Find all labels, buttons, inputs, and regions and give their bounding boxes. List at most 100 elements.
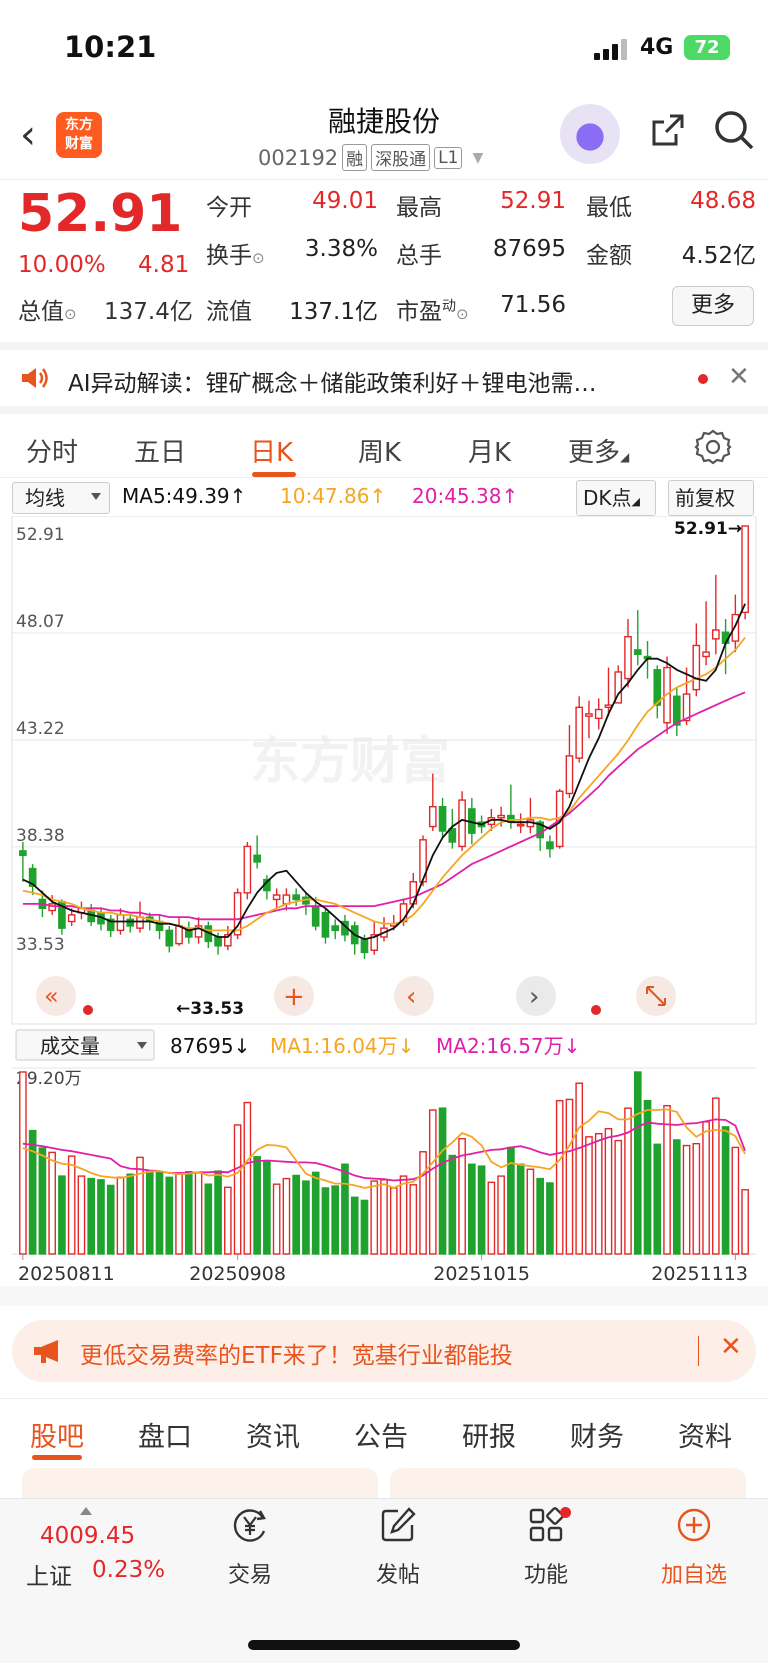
candle[interactable] bbox=[438, 797, 447, 838]
volume-bar[interactable] bbox=[331, 1185, 340, 1255]
more-button[interactable]: 更多 bbox=[672, 286, 754, 326]
volume-bar[interactable] bbox=[272, 1183, 281, 1255]
volume-bar[interactable] bbox=[721, 1126, 730, 1255]
volume-bar[interactable] bbox=[28, 1129, 37, 1255]
candle[interactable] bbox=[165, 925, 174, 953]
volume-bar[interactable] bbox=[282, 1177, 291, 1255]
dk-point-button[interactable]: DK点◢ bbox=[576, 480, 656, 516]
tab-five-day[interactable]: 五日 bbox=[134, 432, 186, 469]
candle[interactable] bbox=[321, 908, 330, 944]
candle[interactable] bbox=[682, 667, 691, 725]
volume-bar[interactable] bbox=[321, 1187, 330, 1255]
candle[interactable] bbox=[712, 574, 720, 655]
candle[interactable] bbox=[692, 623, 701, 697]
candle[interactable] bbox=[233, 888, 242, 940]
fullscreen-control[interactable] bbox=[636, 976, 676, 1016]
nav-add-watchlist[interactable]: 加自选 bbox=[644, 1505, 744, 1589]
candle[interactable] bbox=[77, 901, 86, 920]
adjust-button[interactable]: 前复权 bbox=[668, 480, 754, 516]
candle[interactable] bbox=[155, 914, 164, 940]
volume-bar[interactable] bbox=[175, 1172, 183, 1255]
prev-control[interactable]: ‹ bbox=[394, 976, 434, 1016]
candle[interactable] bbox=[204, 921, 213, 949]
index-name[interactable]: 上证 bbox=[26, 1557, 72, 1591]
volume-bar[interactable] bbox=[38, 1147, 47, 1255]
volume-bar[interactable] bbox=[370, 1180, 379, 1255]
close-icon[interactable]: ✕ bbox=[728, 362, 750, 392]
ai-banner[interactable]: AI异动解读：锂矿概念＋储能政策利好＋锂电池需… ✕ bbox=[0, 342, 768, 406]
zoom-in-control[interactable]: + bbox=[274, 976, 314, 1016]
chevron-up-icon[interactable] bbox=[80, 1507, 92, 1515]
volume-bar[interactable] bbox=[702, 1121, 710, 1255]
volume-bar[interactable] bbox=[77, 1175, 86, 1255]
search-icon[interactable] bbox=[712, 108, 756, 152]
candle[interactable] bbox=[253, 835, 261, 869]
candle[interactable] bbox=[380, 917, 388, 942]
volume-bar[interactable] bbox=[399, 1175, 408, 1255]
candle[interactable] bbox=[302, 892, 310, 915]
volume-bar[interactable] bbox=[360, 1199, 369, 1255]
index-change[interactable]: 0.23% bbox=[92, 1557, 165, 1583]
volume-bar[interactable] bbox=[477, 1165, 486, 1255]
volume-bar[interactable] bbox=[19, 1071, 27, 1255]
nav-post[interactable]: 发帖 bbox=[348, 1505, 448, 1589]
info-icon[interactable]: ⊙ bbox=[456, 305, 469, 323]
volume-bar[interactable] bbox=[253, 1156, 261, 1255]
kline-chart[interactable]: 东方财富 52.91 48.07 43.22 38.38 33.53 52.91→ ←3… bbox=[0, 515, 768, 1306]
tab-guba[interactable]: 股吧 bbox=[30, 1415, 84, 1454]
info-icon[interactable]: ⊙ bbox=[64, 305, 77, 323]
tab-order-book[interactable]: 盘口 bbox=[138, 1415, 192, 1454]
volume-bar[interactable] bbox=[604, 1128, 613, 1255]
next-control[interactable]: › bbox=[516, 976, 556, 1016]
volume-bar[interactable] bbox=[682, 1144, 691, 1255]
candle[interactable] bbox=[672, 687, 681, 737]
candle[interactable] bbox=[126, 914, 135, 933]
candle[interactable] bbox=[272, 888, 281, 909]
candle[interactable] bbox=[516, 813, 525, 834]
candle[interactable] bbox=[546, 835, 554, 858]
volume-bar[interactable] bbox=[214, 1170, 222, 1255]
candle[interactable] bbox=[331, 919, 340, 940]
tab-research[interactable]: 研报 bbox=[462, 1415, 516, 1454]
volume-bar[interactable] bbox=[672, 1139, 681, 1255]
candle[interactable] bbox=[184, 921, 193, 944]
tab-daily-k[interactable]: 日K bbox=[250, 432, 293, 469]
volume-bar[interactable] bbox=[67, 1155, 76, 1255]
close-icon[interactable]: ✕ bbox=[720, 1332, 742, 1362]
volume-bar[interactable] bbox=[155, 1171, 164, 1255]
volume-bar[interactable] bbox=[516, 1163, 525, 1255]
volume-bar[interactable] bbox=[663, 1104, 671, 1255]
index-value[interactable]: 4009.45 bbox=[40, 1523, 135, 1549]
tab-financials[interactable]: 财务 bbox=[570, 1415, 624, 1454]
ai-assistant-icon[interactable] bbox=[560, 104, 620, 164]
volume-bar[interactable] bbox=[389, 1187, 398, 1255]
nav-trade[interactable]: 交易 bbox=[200, 1505, 300, 1589]
candle[interactable] bbox=[243, 842, 252, 900]
volume-bar[interactable] bbox=[594, 1133, 603, 1255]
volume-bar[interactable] bbox=[194, 1172, 203, 1255]
volume-bar[interactable] bbox=[233, 1124, 242, 1255]
volume-bar[interactable] bbox=[204, 1183, 213, 1255]
volume-bar[interactable] bbox=[731, 1146, 740, 1255]
volume-bar[interactable] bbox=[145, 1170, 154, 1255]
candle[interactable] bbox=[624, 618, 632, 688]
volume-bar[interactable] bbox=[585, 1136, 593, 1255]
volume-bar[interactable] bbox=[48, 1151, 56, 1255]
volume-bar[interactable] bbox=[224, 1186, 232, 1255]
event-dot[interactable] bbox=[591, 1005, 601, 1015]
scroll-left-control[interactable]: « bbox=[36, 976, 76, 1016]
candle[interactable] bbox=[106, 914, 115, 937]
candle[interactable] bbox=[19, 842, 27, 882]
volume-bar[interactable] bbox=[487, 1181, 496, 1255]
volume-bar[interactable] bbox=[136, 1156, 144, 1255]
candle[interactable] bbox=[653, 665, 662, 719]
volume-bar[interactable] bbox=[565, 1098, 574, 1255]
volume-bar[interactable] bbox=[350, 1196, 359, 1255]
volume-bar[interactable] bbox=[165, 1176, 174, 1255]
volume-bar[interactable] bbox=[243, 1101, 252, 1255]
share-icon[interactable] bbox=[648, 110, 688, 150]
tab-more[interactable]: 更多◢ bbox=[568, 432, 629, 469]
promo-banner[interactable]: 更低交易费率的ETF来了！宽基行业都能投 ✕ bbox=[12, 1320, 756, 1382]
candle[interactable] bbox=[282, 888, 291, 911]
volume-bar[interactable] bbox=[692, 1142, 701, 1255]
